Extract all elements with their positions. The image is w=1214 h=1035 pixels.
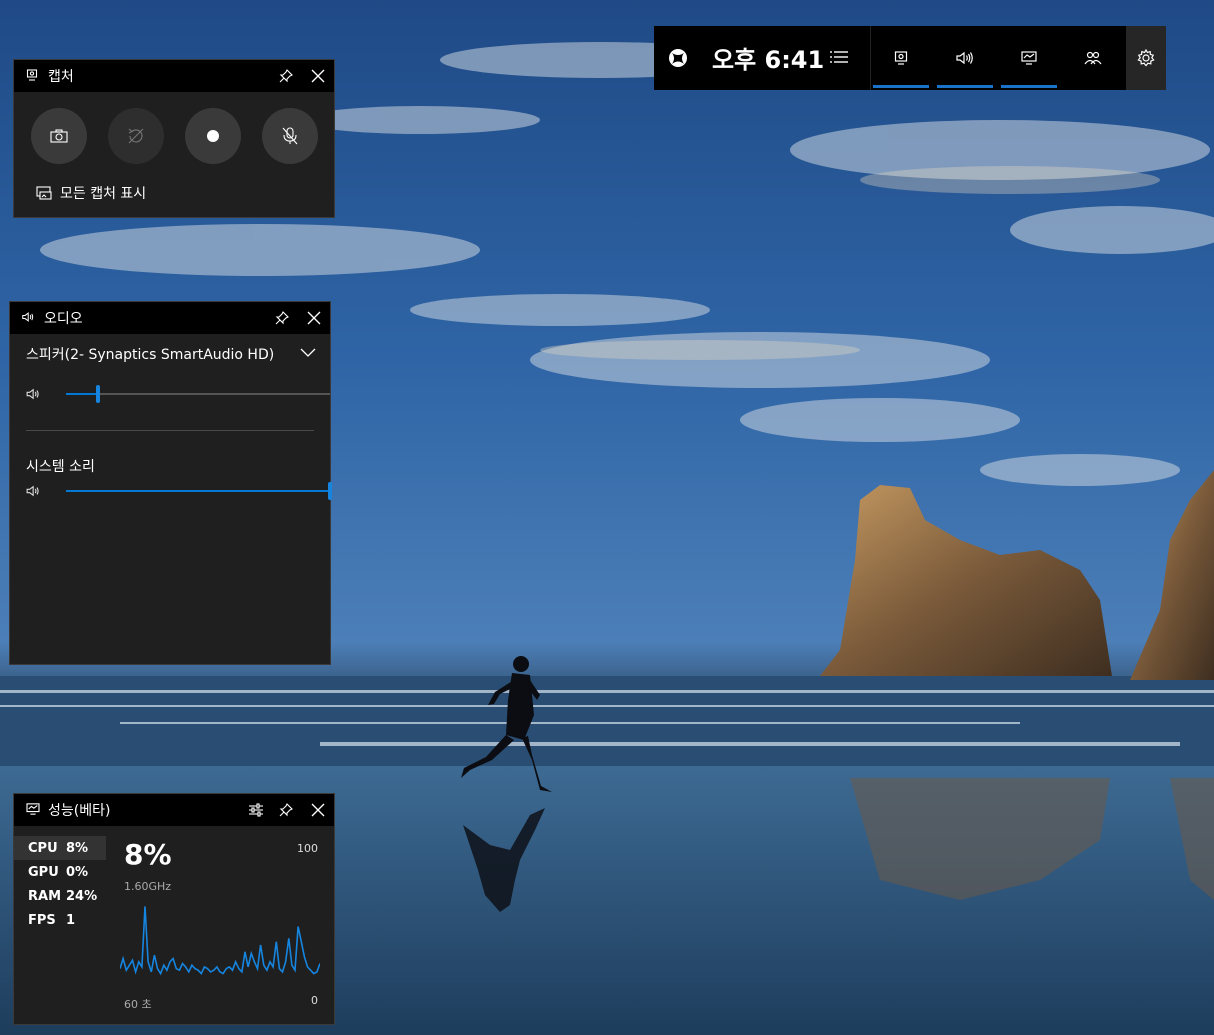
graph-max-label: 100 (297, 842, 318, 855)
close-icon[interactable] (310, 68, 326, 84)
pin-icon[interactable] (278, 802, 294, 818)
metric-cpu[interactable]: CPU 8% (14, 836, 106, 860)
capture-widget: 캡처 모든 캡처 표시 (13, 59, 335, 218)
audio-title-icon (22, 311, 36, 325)
system-volume-fill (66, 490, 330, 492)
widget-menu-icon[interactable] (830, 50, 848, 64)
options-sliders-icon[interactable] (248, 802, 264, 818)
system-volume-row (26, 482, 332, 500)
record-last-icon (127, 127, 145, 145)
speaker-icon[interactable] (26, 388, 42, 400)
record-last-button[interactable] (108, 108, 164, 164)
device-volume-row (26, 385, 330, 403)
speaker-icon[interactable] (26, 485, 42, 497)
device-volume-thumb[interactable] (95, 385, 100, 403)
capture-widget-icon[interactable] (873, 26, 929, 90)
audio-title: 오디오 (44, 311, 83, 327)
cpu-usage-graph (120, 906, 320, 976)
gamebar-divider (870, 26, 871, 90)
metric-name: CPU (28, 840, 58, 856)
system-volume-slider[interactable] (66, 482, 332, 500)
capture-header[interactable]: 캡처 (14, 60, 334, 92)
graph-time-window: 60 초 (124, 998, 152, 1011)
performance-title-icon (26, 803, 40, 817)
metric-value: 0% (66, 864, 89, 880)
audio-device-name[interactable]: 스피커(2- Synaptics SmartAudio HD) (26, 344, 274, 364)
metric-fps[interactable]: FPS 1 (14, 908, 106, 932)
audio-active-indicator (937, 85, 993, 88)
performance-widget: 성능(베타) CPU 8% GPU 0% RAM 24% FPS 1 8% 1.… (13, 793, 335, 1025)
record-icon (206, 129, 220, 143)
mic-toggle-button[interactable] (262, 108, 318, 164)
pin-icon[interactable] (274, 310, 290, 326)
audio-divider (26, 430, 314, 431)
chevron-down-icon[interactable] (300, 348, 316, 358)
game-bar-top: 오후 6:41 (654, 26, 1166, 90)
metric-value: 8% (66, 840, 89, 856)
performance-header[interactable]: 성능(베타) (14, 794, 334, 826)
screenshot-icon (50, 129, 68, 143)
show-all-captures-link[interactable]: 모든 캡처 표시 (36, 183, 146, 203)
capture-title: 캡처 (48, 69, 74, 85)
performance-widget-icon[interactable] (1001, 26, 1057, 90)
xbox-logo-icon[interactable] (668, 48, 688, 68)
metric-gpu[interactable]: GPU 0% (14, 860, 106, 884)
capture-title-icon (26, 69, 40, 83)
clock-time: 오후 6:41 (712, 46, 825, 74)
graph-min-label: 0 (311, 994, 318, 1007)
metric-value: 1 (66, 912, 76, 928)
show-all-captures-label: 모든 캡처 표시 (60, 186, 147, 202)
cpu-usage-big: 8% (124, 838, 172, 871)
performance-active-indicator (1001, 85, 1057, 88)
settings-gear-icon[interactable] (1126, 26, 1166, 90)
close-icon[interactable] (310, 802, 326, 818)
system-sounds-label: 시스템 소리 (26, 459, 95, 475)
cpu-usage-line (120, 906, 320, 976)
device-volume-fill (66, 393, 98, 395)
close-icon[interactable] (306, 310, 322, 326)
record-button[interactable] (185, 108, 241, 164)
metric-name: RAM (28, 888, 62, 904)
metric-name: GPU (28, 864, 59, 880)
audio-header[interactable]: 오디오 (10, 302, 330, 334)
mic-off-icon (282, 127, 298, 145)
performance-title: 성능(베타) (48, 803, 111, 819)
cpu-frequency: 1.60GHz (124, 880, 172, 893)
metric-name: FPS (28, 912, 56, 928)
audio-widget: 오디오 스피커(2- Synaptics SmartAudio HD) 시스템 … (9, 301, 332, 665)
screenshot-button[interactable] (31, 108, 87, 164)
capture-active-indicator (873, 85, 929, 88)
device-volume-slider[interactable] (66, 385, 330, 403)
metric-value: 24% (66, 888, 98, 904)
pin-icon[interactable] (278, 68, 294, 84)
metric-ram[interactable]: RAM 24% (14, 884, 106, 908)
gallery-icon (36, 186, 52, 200)
social-widget-icon[interactable] (1065, 26, 1121, 90)
system-volume-thumb[interactable] (328, 482, 332, 500)
audio-widget-icon[interactable] (937, 26, 993, 90)
performance-metric-list: CPU 8% GPU 0% RAM 24% FPS 1 (14, 836, 106, 932)
